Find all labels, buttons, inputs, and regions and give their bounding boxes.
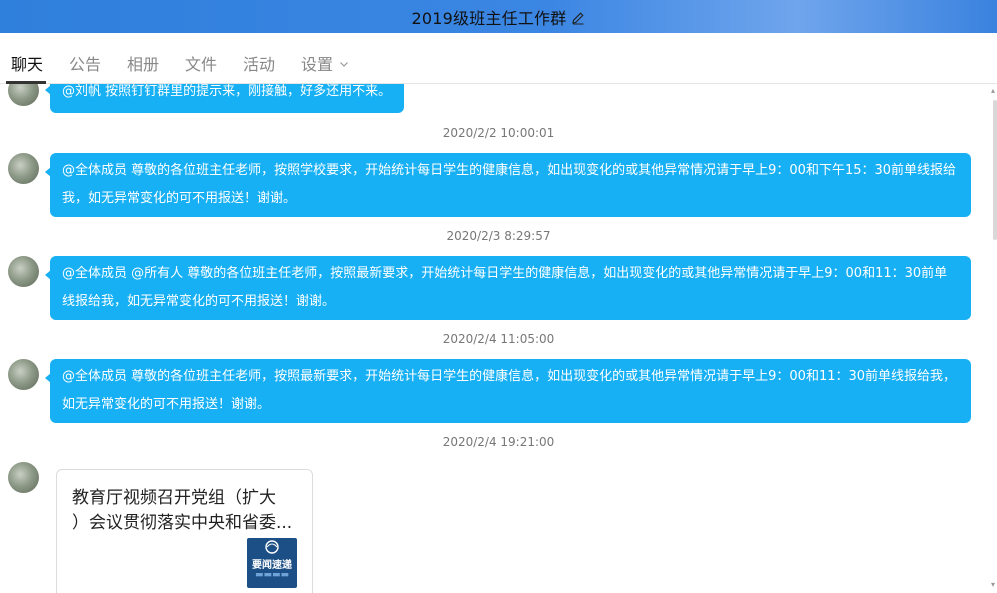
message-line: 我，如无异常变化的可不用报送！谢谢。 [62,191,297,206]
scrollbar-thumb[interactable] [993,100,997,240]
avatar[interactable] [8,462,39,493]
avatar[interactable] [8,153,39,184]
timestamp: 2020/2/4 19:21:00 [442,435,555,449]
tab-bar: 聊天 公告 相册 文件 活动 设置 [0,33,997,84]
tab-announcement[interactable]: 公告 [69,51,101,75]
title-bar: 2019级班主任工作群 [0,0,997,33]
link-card-title: 教育厅视频召开党组（扩大 ）会议贯彻落实中央和省委... [72,486,302,536]
link-card-title-line: 教育厅视频召开党组（扩大 [72,488,276,508]
bubble-tail [45,85,51,95]
chevron-down-icon [339,54,349,67]
scroll-down-arrow-icon[interactable]: ▾ [991,580,995,589]
timestamp: 2020/2/4 11:05:00 [442,332,555,346]
thumbnail-label-reflection: ▬▬▬▬ [254,570,289,580]
tab-album[interactable]: 相册 [127,51,159,75]
message-line: @全体成员 尊敬的各位班主任老师，按照学校要求，开始统计每日学生的健康信息，如出… [62,163,957,178]
link-card[interactable]: 教育厅视频召开党组（扩大 ）会议贯彻落实中央和省委... 要闻速递 ▬▬▬▬ [56,469,313,593]
bubble-tail [45,270,51,280]
link-card-thumbnail: 要闻速递 ▬▬▬▬ [247,538,297,588]
tab-settings[interactable]: 设置 [301,51,349,75]
tab-activity[interactable]: 活动 [243,51,275,75]
tab-settings-label: 设置 [301,55,334,74]
bubble-tail [45,167,51,177]
avatar[interactable] [8,84,39,106]
globe-icon [265,540,279,554]
avatar[interactable] [8,256,39,287]
timestamp: 2020/2/3 8:29:57 [446,229,551,243]
bubble-tail [45,373,51,383]
message-line: 线报给我，如无异常变化的可不用报送！谢谢。 [62,294,336,309]
message-bubble[interactable]: @全体成员 尊敬的各位班主任老师，按照学校要求，开始统计每日学生的健康信息，如出… [45,153,971,217]
message-bubble[interactable]: @全体成员 @所有人 尊敬的各位班主任老师，按照最新要求，开始统计每日学生的健康… [45,256,971,320]
group-title: 2019级班主任工作群 [411,8,567,28]
message-line: @全体成员 @所有人 尊敬的各位班主任老师，按照最新要求，开始统计每日学生的健康… [62,266,948,281]
link-card-title-line: ）会议贯彻落实中央和省委... [72,513,293,533]
message-line: @全体成员 尊敬的各位班主任老师，按照最新要求，开始统计每日学生的健康信息，如出… [62,369,957,384]
message-bubble[interactable]: @全体成员 尊敬的各位班主任老师，按照最新要求，开始统计每日学生的健康信息，如出… [45,359,971,423]
tab-chat[interactable]: 聊天 [11,51,43,75]
message-bubble[interactable]: @刘帆 按照钉钉群里的提示来，刚接触，好多还用不来。 [45,84,404,113]
avatar[interactable] [8,359,39,390]
chat-window: 2019级班主任工作群 聊天 公告 相册 文件 活动 设置 @刘帆 按照钉钉群里… [0,0,997,593]
message-list[interactable]: @刘帆 按照钉钉群里的提示来，刚接触，好多还用不来。 2020/2/2 10:0… [0,84,997,593]
timestamp: 2020/2/2 10:00:01 [442,126,555,140]
tab-files[interactable]: 文件 [185,51,217,75]
message-text: @刘帆 按照钉钉群里的提示来，刚接触，好多还用不来。 [62,84,392,99]
thumbnail-label: 要闻速递 [252,560,292,571]
scroll-up-arrow-icon[interactable]: ▴ [991,86,995,95]
message-line: 如无异常变化的可不用报送！谢谢。 [62,397,271,412]
pencil-icon[interactable] [571,10,585,24]
